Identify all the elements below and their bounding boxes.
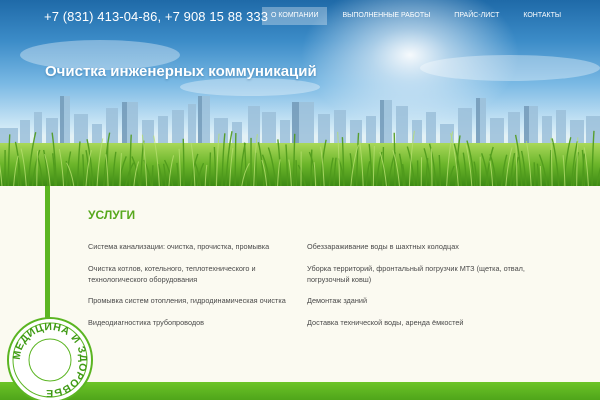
top-bar: +7 (831) 413-04-86, +7 908 15 88 333 О К… bbox=[0, 0, 600, 32]
service-item[interactable]: Система канализации: очистка, прочистка,… bbox=[88, 242, 288, 253]
services-heading: УСЛУГИ bbox=[88, 208, 136, 222]
grass-blade bbox=[209, 152, 212, 186]
hero-title: Очистка инженерных коммуникаций bbox=[45, 63, 317, 80]
service-item[interactable]: Демонтаж зданий bbox=[307, 296, 507, 307]
service-item[interactable]: Обеззараживание воды в шахтных колодцах bbox=[307, 242, 507, 253]
service-item[interactable]: Уборка территорий, фронтальный погрузчик… bbox=[307, 264, 532, 285]
nav-item-contacts[interactable]: КОНТАКТЫ bbox=[514, 7, 570, 25]
grass-blade bbox=[254, 152, 257, 186]
medicine-health-stamp[interactable]: МЕДИЦИНА И ЗДОРОВЬЕ bbox=[6, 316, 94, 400]
nav-item-completed-works[interactable]: ВЫПОЛНЕННЫЕ РАБОТЫ bbox=[333, 7, 439, 25]
phone-numbers[interactable]: +7 (831) 413-04-86, +7 908 15 88 333 bbox=[44, 9, 268, 24]
main-nav: О КОМПАНИИ ВЫПОЛНЕННЫЕ РАБОТЫ ПРАЙС-ЛИСТ… bbox=[262, 7, 570, 25]
grass-blade bbox=[234, 133, 237, 186]
service-item[interactable]: Очистка котлов, котельного, теплотехниче… bbox=[88, 264, 263, 285]
nav-item-about[interactable]: О КОМПАНИИ bbox=[262, 7, 328, 25]
grass-blade bbox=[533, 162, 536, 186]
grass-blade bbox=[549, 150, 552, 186]
grass-blade bbox=[151, 165, 154, 186]
nav-item-price-list[interactable]: ПРАЙС-ЛИСТ bbox=[445, 7, 508, 25]
service-item[interactable]: Промывка систем отопления, гидродинамиче… bbox=[88, 296, 288, 307]
grass-blade bbox=[182, 138, 185, 186]
grass-field bbox=[0, 130, 600, 186]
service-item[interactable]: Видеодиагностика трубопроводов bbox=[88, 318, 288, 329]
service-item[interactable]: Доставка технической воды, аренда ёмкост… bbox=[307, 318, 507, 329]
cloud bbox=[420, 55, 600, 81]
